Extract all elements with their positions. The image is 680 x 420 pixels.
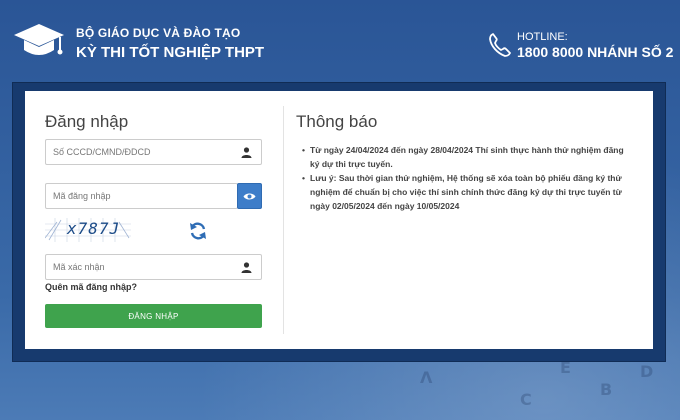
refresh-captcha-icon[interactable]: [188, 221, 208, 241]
phone-icon: [489, 33, 511, 57]
forgot-code-link[interactable]: Quên mã đăng nhập?: [45, 282, 137, 292]
captcha-text: x787J: [67, 219, 121, 238]
notice-title: Thông báo: [296, 112, 378, 131]
show-password-button[interactable]: [237, 183, 262, 209]
notice-list: Từ ngày 24/04/2024 đến ngày 28/04/2024 T…: [302, 143, 632, 213]
verification-field: [45, 254, 262, 280]
captcha-image: x787J: [45, 218, 131, 242]
section-divider: [283, 106, 284, 334]
exam-title: KỲ THI TỐT NGHIỆP THPT: [76, 44, 265, 61]
user-icon: [241, 147, 252, 158]
notice-item: Từ ngày 24/04/2024 đến ngày 28/04/2024 T…: [302, 143, 632, 171]
user-icon: [241, 262, 252, 273]
password-input[interactable]: [46, 184, 226, 208]
login-title: Đăng nhập: [45, 112, 129, 131]
eye-icon: [243, 193, 256, 199]
content-card: Đăng nhập Số CCCD/CMND/ĐDCD x787J Mã xác…: [25, 91, 653, 349]
graduation-cap-icon: [14, 24, 64, 55]
notice-item: Lưu ý: Sau thời gian thử nghiệm, Hệ thốn…: [302, 171, 632, 213]
verification-input[interactable]: [46, 255, 226, 279]
password-field: [45, 183, 238, 209]
id-number-field: [45, 139, 262, 165]
hotline-number[interactable]: 1800 8000 NHÁNH SỐ 2: [517, 44, 673, 60]
login-button[interactable]: ĐĂNG NHẬP: [45, 304, 262, 328]
site-header: BỘ GIÁO DỤC VÀ ĐÀO TẠO KỲ THI TỐT NGHIỆP…: [0, 0, 680, 90]
id-number-input[interactable]: [46, 140, 226, 164]
hotline-label: HOTLINE:: [517, 31, 568, 43]
organization-name: BỘ GIÁO DỤC VÀ ĐÀO TẠO: [76, 26, 241, 40]
